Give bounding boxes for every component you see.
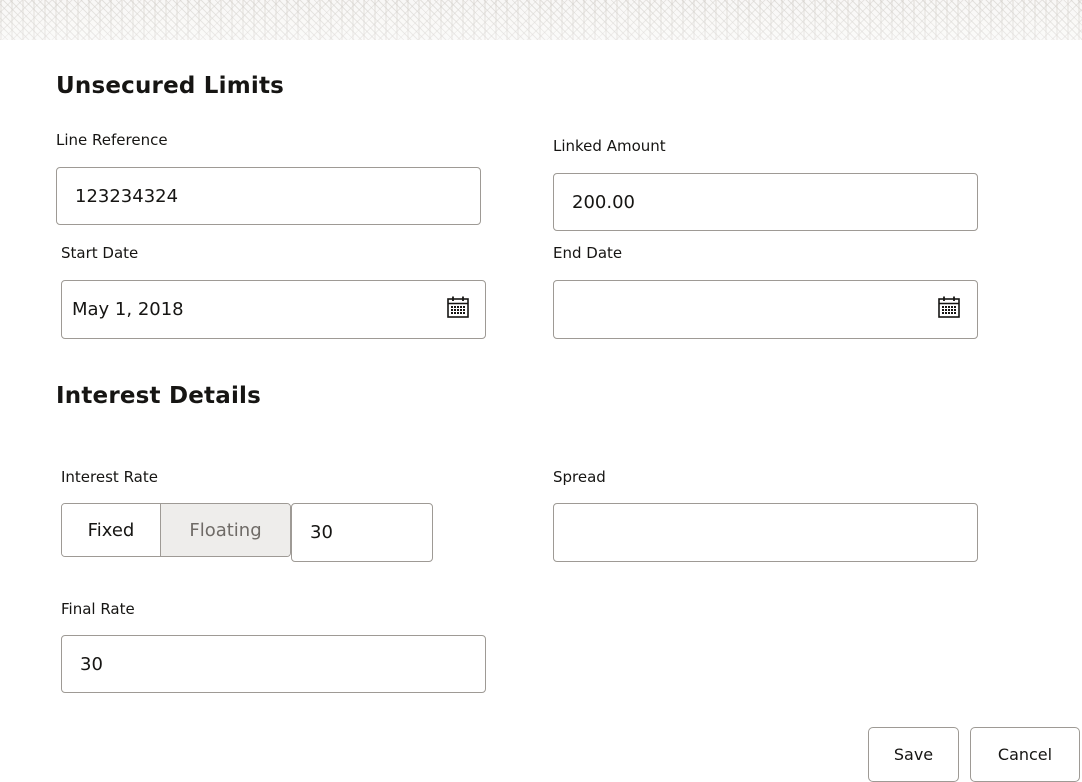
interest-details-title: Interest Details bbox=[56, 383, 262, 409]
final-rate-value: 30 bbox=[80, 653, 103, 675]
line-reference-value: 123234324 bbox=[75, 185, 179, 207]
interest-rate-type-toggle: Fixed Floating bbox=[61, 503, 291, 557]
linked-amount-value: 200.00 bbox=[572, 191, 635, 213]
save-button[interactable]: Save bbox=[868, 727, 959, 782]
interest-rate-value: 30 bbox=[310, 522, 333, 543]
unsecured-limits-title: Unsecured Limits bbox=[56, 73, 285, 99]
final-rate-label: Final Rate bbox=[61, 600, 135, 618]
floating-option-button[interactable]: Floating bbox=[161, 504, 290, 556]
spread-input[interactable] bbox=[553, 503, 978, 562]
start-date-value: May 1, 2018 bbox=[72, 299, 184, 320]
start-date-label: Start Date bbox=[61, 244, 139, 262]
fixed-option-button[interactable]: Fixed bbox=[62, 504, 161, 556]
header-pattern-strip bbox=[0, 0, 1082, 40]
linked-amount-input[interactable]: 200.00 bbox=[553, 173, 978, 231]
end-date-input[interactable] bbox=[553, 280, 978, 339]
start-date-input[interactable]: May 1, 2018 bbox=[61, 280, 486, 339]
interest-rate-input[interactable]: 30 bbox=[291, 503, 433, 562]
calendar-icon[interactable] bbox=[447, 296, 469, 318]
line-reference-input[interactable]: 123234324 bbox=[56, 167, 481, 225]
linked-amount-label: Linked Amount bbox=[553, 137, 666, 155]
spread-label: Spread bbox=[553, 468, 606, 486]
calendar-icon[interactable] bbox=[938, 296, 960, 318]
end-date-label: End Date bbox=[553, 244, 623, 262]
line-reference-label: Line Reference bbox=[56, 131, 168, 149]
final-rate-input[interactable]: 30 bbox=[61, 635, 486, 693]
cancel-button[interactable]: Cancel bbox=[970, 727, 1080, 782]
interest-rate-label: Interest Rate bbox=[61, 468, 158, 486]
